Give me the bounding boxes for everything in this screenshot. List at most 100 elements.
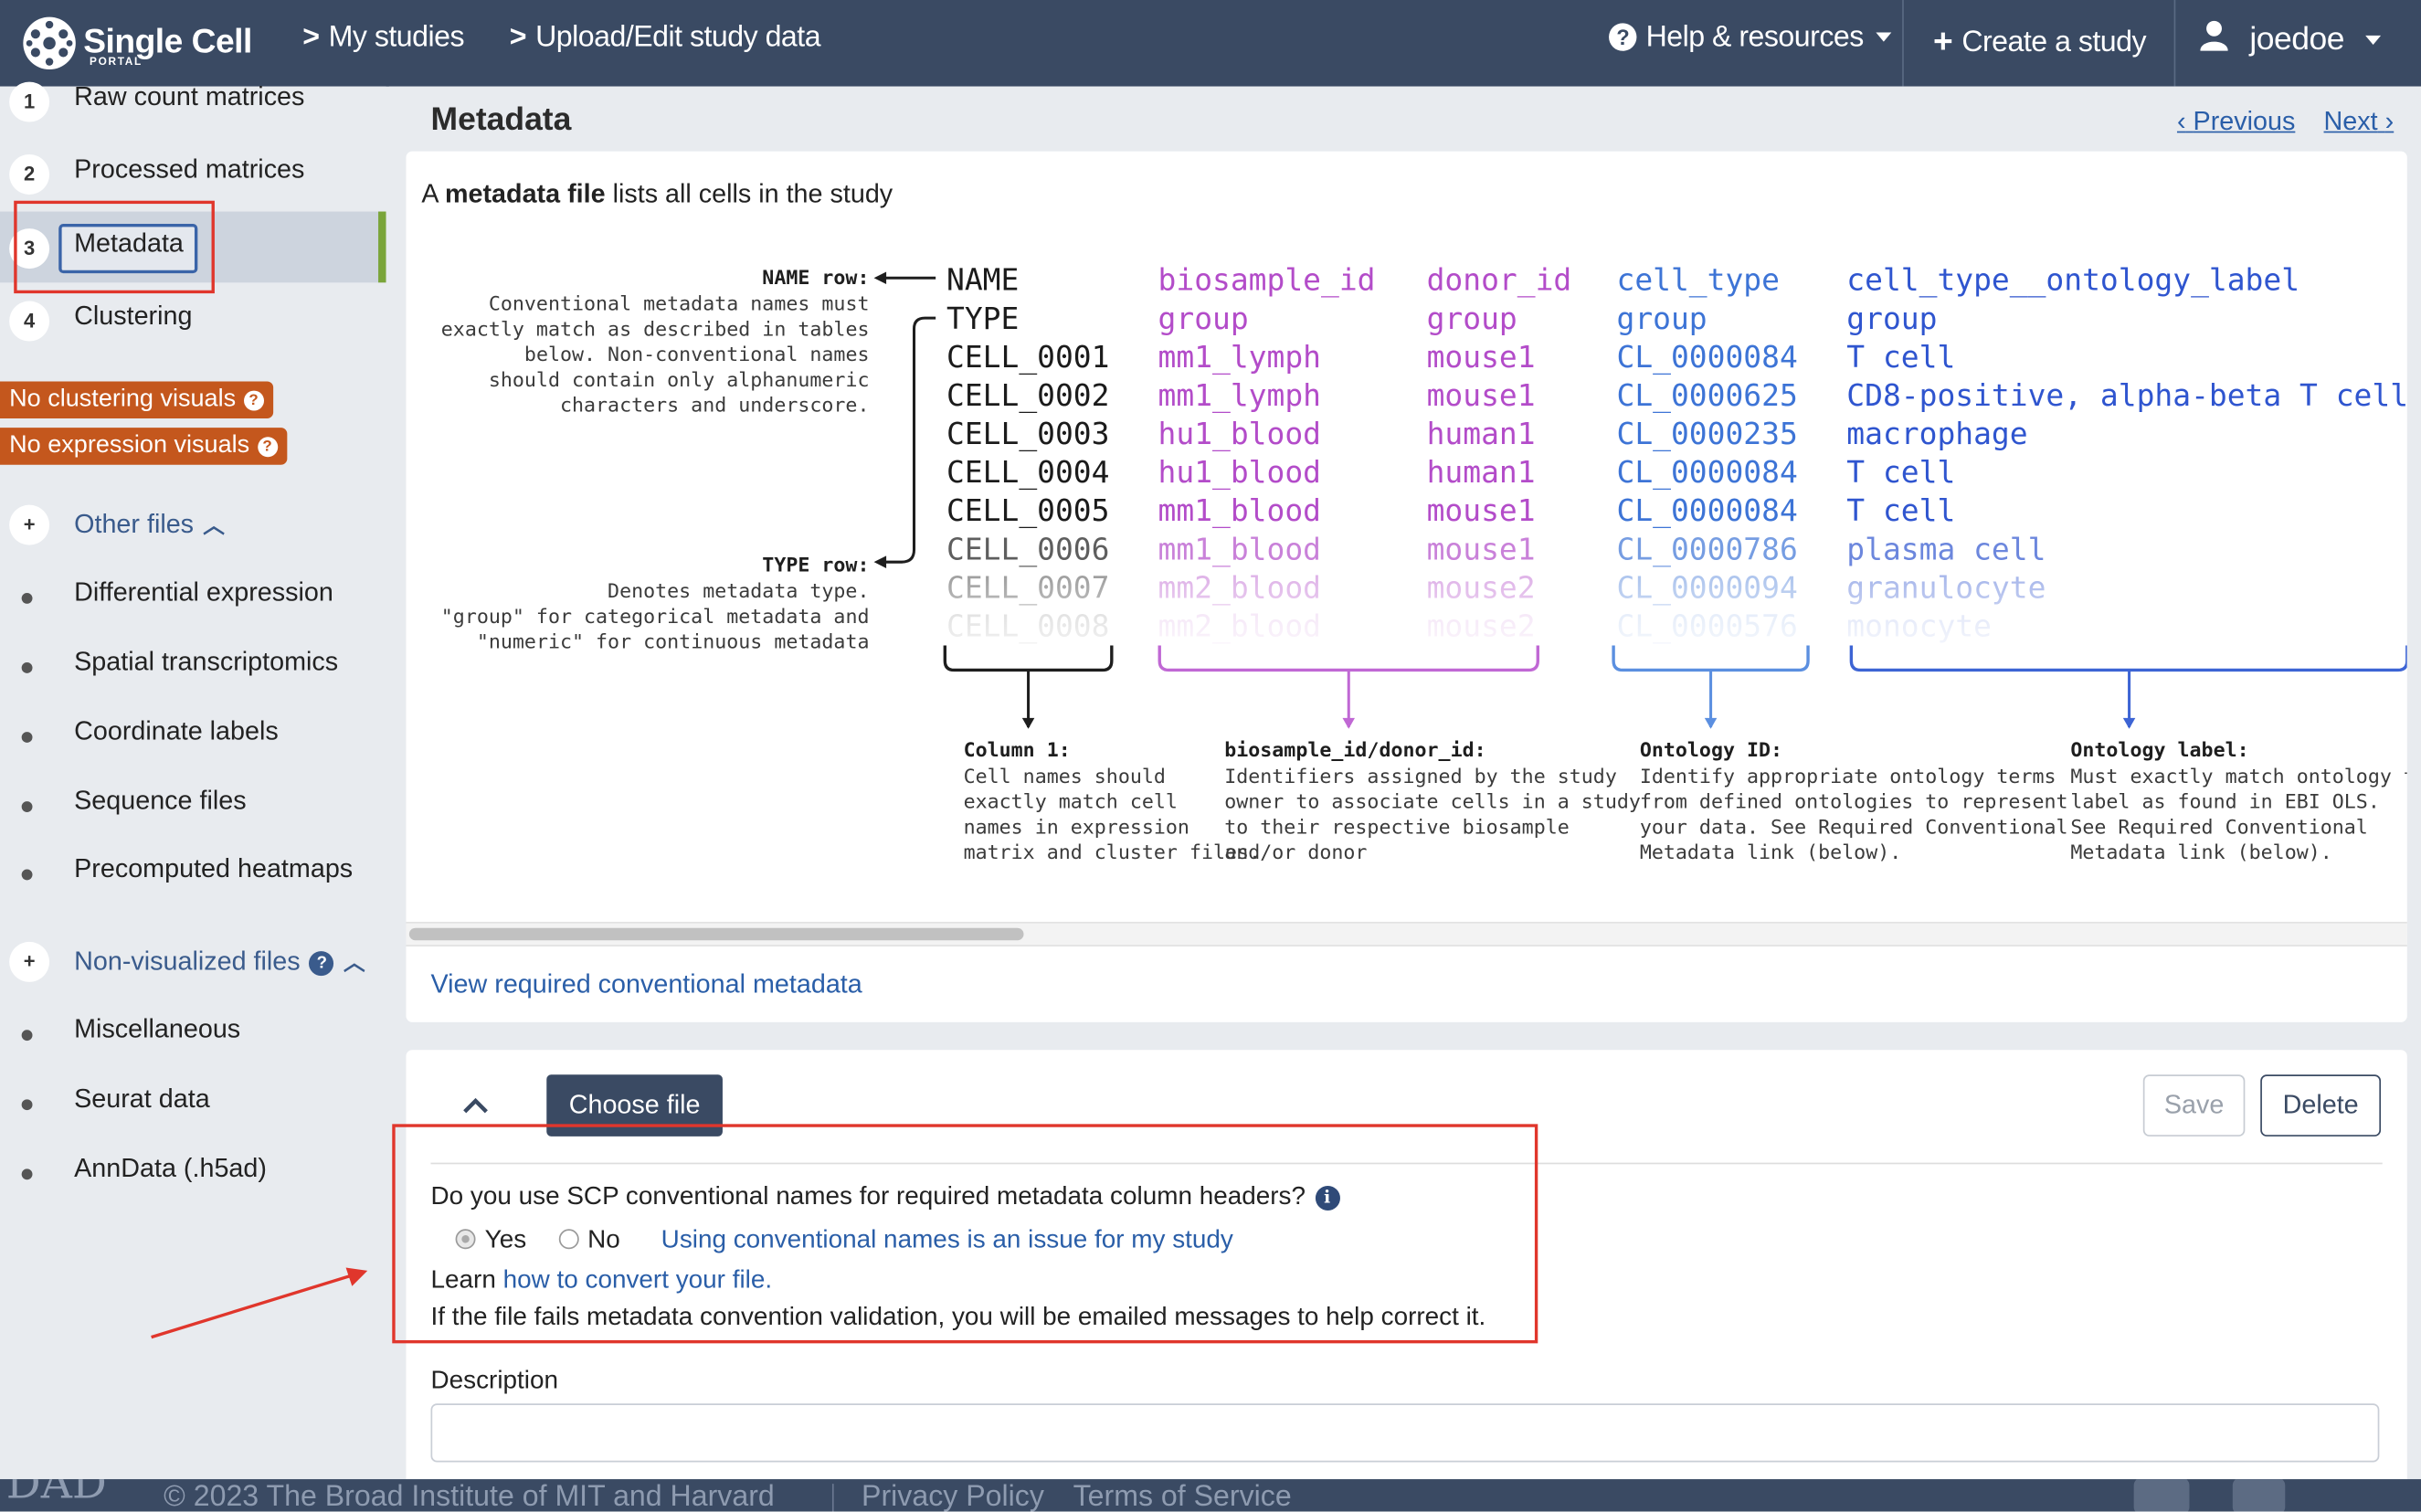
plus-icon: + [1932,21,1953,60]
non-visualized-toggle[interactable]: + Non-visualized files? ︿ [0,940,386,987]
note-line: exactly match cell [964,791,1178,814]
note-line: to their respective biosample [1224,816,1570,839]
sub-label: Sequence files [74,786,247,816]
sidebar-item-differential-expression[interactable]: Differential expression [0,571,386,618]
diagram-cell: CL_0000235 [1616,416,1797,452]
conventional-names-issue-link[interactable]: Using conventional names is an issue for… [661,1226,1233,1253]
learn-convert-text: Learn how to convert your file. [431,1266,773,1295]
info-icon[interactable]: i [1315,1185,1340,1211]
step-label: Raw count matrices [74,81,305,111]
other-files-label: Other files [74,509,195,539]
radio-yes[interactable] [455,1229,476,1250]
sidebar-item-spatial[interactable]: Spatial transcriptomics [0,640,386,687]
learn-pre: Learn [430,1265,503,1295]
sidebar-item-seurat[interactable]: Seurat data [0,1078,386,1125]
portal-logo[interactable]: Single Cell PORTAL [22,14,269,72]
note-line: your data. See Required Conventional [1640,816,2068,839]
sidebar-step-processed[interactable]: 2 Processed matrices [0,137,386,208]
non-visualized-label: Non-visualized files [74,946,301,977]
view-required-metadata-link[interactable]: View required conventional metadata [431,969,862,1000]
diagram-cell: CL_0000084 [1616,339,1797,375]
sub-label: Seurat data [74,1084,210,1114]
previous-link[interactable]: ‹ Previous [2177,107,2295,138]
radio-no-label: No [587,1225,620,1254]
twitter-icon[interactable] [2232,1479,2286,1512]
diagram-cell: cell_type [1616,262,1779,299]
note-line: Identifiers assigned by the study [1224,766,1617,788]
section-label: Non-visualized files? ︿ [74,946,365,978]
diagram-cell: group [1158,301,1249,336]
diagram-cell: hu1_blood [1158,416,1321,452]
diagram-cell: human1 [1427,416,1536,451]
question-circle-icon: ? [243,390,264,411]
next-link[interactable]: Next › [2324,107,2395,138]
other-files-toggle[interactable]: + Other files ︿ [0,503,386,550]
sub-label: Miscellaneous [74,1014,241,1044]
chevron-up-icon[interactable] [459,1094,492,1118]
sidebar-item-coordinate-labels[interactable]: Coordinate labels [0,710,386,756]
diagram-cell: CELL_0006 [946,531,1109,567]
diagram-cell: CL_0000084 [1616,492,1797,529]
nav-upload-edit[interactable]: > Upload/Edit study data [510,21,821,56]
description-input[interactable] [430,1403,2380,1463]
bullet-icon [21,869,33,881]
cell-logo-icon [23,16,76,70]
logo-title: Single Cell [83,21,252,60]
note-line: and/or donor [1224,841,1367,864]
plus-icon: + [9,941,50,982]
nav-upload-edit-label: Upload/Edit study data [535,21,821,55]
radio-no[interactable] [557,1229,578,1250]
save-button[interactable]: Save [2142,1074,2246,1137]
name-row-desc: exactly match as described in tables [441,318,870,341]
create-study-link[interactable]: + Create a study [1932,21,2147,62]
active-indicator [378,211,386,283]
badge-label: No expression visuals [9,432,250,459]
sidebar-step-raw-counts[interactable]: 1 Raw count matrices [0,65,386,136]
diagram-cell: mouse1 [1427,339,1536,375]
privacy-policy-link[interactable]: Privacy Policy [862,1479,1044,1512]
sidebar-item-misc[interactable]: Miscellaneous [0,1009,386,1055]
note-line: Metadata link (below). [1640,841,1901,864]
no-clustering-badge[interactable]: No clustering visuals? [0,381,273,419]
copyright-text: © 2023 The Broad Institute of MIT and Ha… [164,1480,775,1512]
sidebar-item-sequence-files[interactable]: Sequence files [0,779,386,826]
sidebar-step-metadata[interactable]: 3 Metadata [0,211,386,283]
user-menu[interactable]: joedoe [2200,20,2382,58]
metadata-info-card: A metadata file lists all cells in the s… [406,151,2407,1022]
broad-logo: DAD [5,1479,107,1509]
help-resources-menu[interactable]: ? Help & resources [1609,22,1892,56]
diagram-cell: CELL_0002 [946,377,1109,414]
sidebar-item-heatmaps[interactable]: Precomputed heatmaps [0,848,386,894]
plus-icon: + [9,504,50,545]
sub-label: Spatial transcriptomics [74,647,339,677]
sidebar-step-clustering[interactable]: 4 Clustering [0,284,386,355]
diagram-cell: biosample_id [1158,262,1376,299]
badge-label: No clustering visuals [9,386,237,413]
diagram-cell: CL_0000625 [1616,377,1797,414]
delete-button[interactable]: Delete [2260,1074,2382,1137]
sidebar-item-anndata[interactable]: AnnData (.h5ad) [0,1147,386,1194]
diagram-cell: CELL_0001 [946,339,1109,375]
note-title: Ontology ID: [1640,739,1782,762]
no-expression-badge[interactable]: No expression visuals? [0,428,287,465]
chevron-up-icon: ︿ [343,949,365,975]
diagram-cell: human1 [1427,454,1536,490]
convert-file-link[interactable]: how to convert your file. [503,1266,772,1294]
user-icon [2200,20,2228,51]
diagram-cell: donor_id [1427,262,1572,299]
scrollbar-thumb[interactable] [408,927,1024,941]
choose-file-button[interactable]: Choose file [546,1074,723,1137]
type-row-desc: "group" for categorical metadata and [441,606,870,629]
question-label: Do you use SCP conventional names for re… [430,1182,1306,1211]
metadata-diagram: NAME TYPE CELL_0001 CELL_0002 CELL_0003 CELL_… [406,244,2407,893]
diagram-cell: mm1_lymph [1158,339,1321,375]
bullet-icon [21,1168,33,1180]
nav-my-studies[interactable]: > My studies [302,22,464,56]
youtube-icon[interactable] [2133,1479,2190,1512]
sub-label: Precomputed heatmaps [74,853,354,883]
horizontal-scrollbar[interactable] [406,921,2407,947]
diagram-cell: cell_type__ontology_label [1846,262,2299,299]
question-circle-icon[interactable]: ? [309,951,334,977]
terms-of-service-link[interactable]: Terms of Service [1073,1479,1292,1512]
diagram-cell: T cell [1846,492,1955,528]
